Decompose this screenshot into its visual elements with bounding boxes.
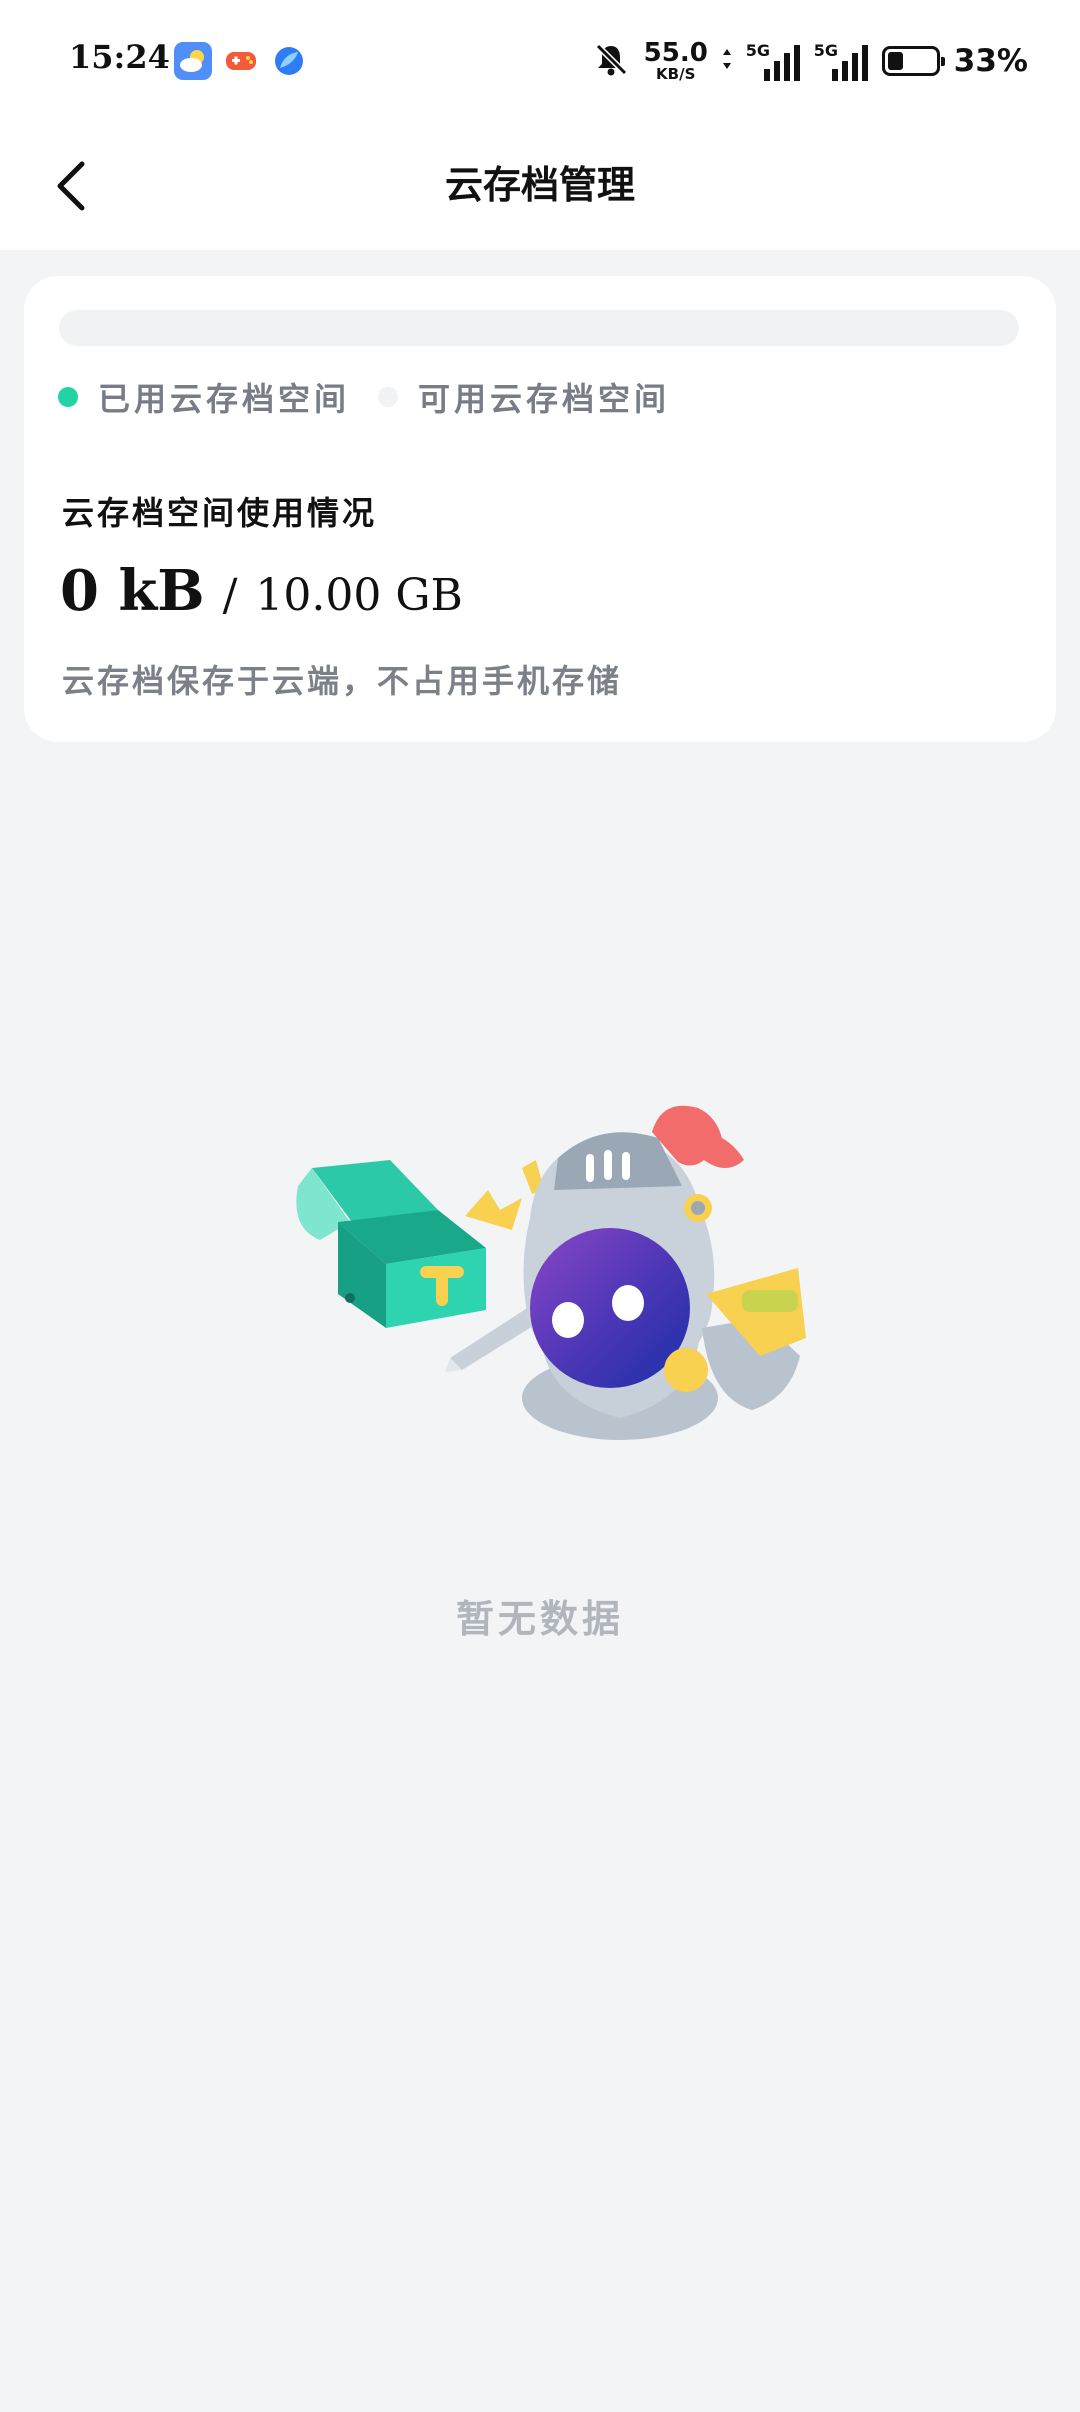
storage-usage-card: 已用云存档空间 可用云存档空间 云存档空间使用情况 0 kB / 10.00 G…	[24, 276, 1056, 742]
network-speed: 55.0 KB/S	[644, 40, 708, 82]
legend-used-dot	[58, 387, 78, 407]
network-speed-value: 55.0	[643, 38, 708, 68]
empty-state-text: 暂无数据	[455, 1596, 624, 1641]
battery-fill	[887, 52, 903, 70]
legend-available-label: 可用云存档空间	[418, 380, 671, 418]
storage-note: 云存档保存于云端，不占用手机存储	[62, 662, 623, 700]
legend-used: 已用云存档空间	[58, 374, 350, 420]
battery-icon	[881, 46, 945, 76]
mute-bell-icon	[592, 40, 630, 82]
browser-icon	[270, 42, 308, 80]
legend-used-label: 已用云存档空间	[98, 380, 351, 418]
status-bar: 15:24 55.0 KB/S 5G 5G 33%	[0, 0, 1080, 120]
page-title: 云存档管理	[444, 162, 635, 207]
legend-available-dot	[378, 387, 399, 407]
used-storage-value: 0 kB	[60, 558, 205, 624]
total-storage-value: 10.00 GB	[255, 570, 463, 621]
game-center-icon	[222, 42, 260, 80]
signal-strength-1: 5G	[746, 41, 800, 81]
battery-percent: 33%	[953, 43, 1028, 79]
status-right-group: 55.0 KB/S 5G 5G 33%	[592, 36, 1028, 86]
usage-amount: 0 kB / 10.00 GB	[60, 558, 463, 624]
storage-legend: 已用云存档空间 可用云存档空间	[58, 374, 698, 420]
weather-app-icon	[174, 42, 212, 80]
empty-state-illustration	[296, 1105, 806, 1440]
network-speed-unit: KB/S	[656, 65, 696, 83]
treasure-chest-icon	[296, 1160, 486, 1328]
usage-section-title: 云存档空间使用情况	[62, 494, 378, 532]
signal-strength-2: 5G	[814, 41, 868, 81]
legend-available: 可用云存档空间	[378, 374, 670, 420]
storage-progress-bar	[59, 310, 1019, 346]
navigation-bar: 云存档管理	[0, 120, 1080, 250]
data-transfer-arrows-icon	[722, 47, 732, 75]
usage-separator: /	[222, 570, 238, 621]
status-time: 15:24	[69, 38, 170, 76]
